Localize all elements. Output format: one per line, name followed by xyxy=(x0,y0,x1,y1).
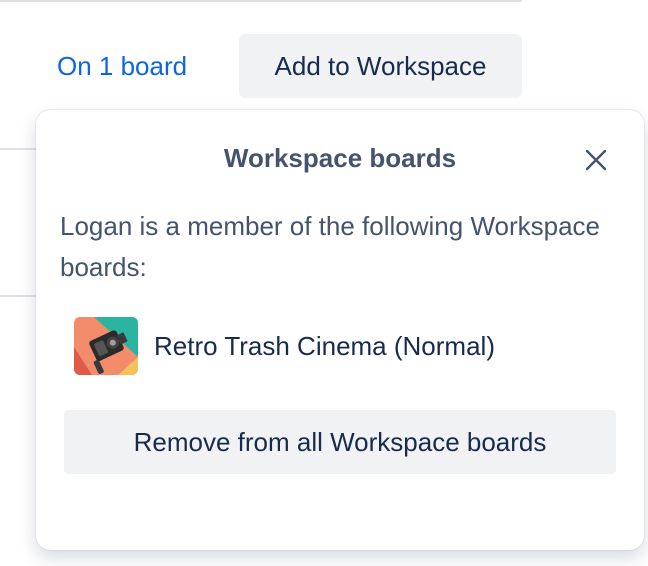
remove-from-all-boards-button[interactable]: Remove from all Workspace boards xyxy=(64,410,616,474)
close-button[interactable] xyxy=(576,140,616,180)
board-name: Retro Trash Cinema (Normal) xyxy=(154,330,495,361)
divider-lower xyxy=(0,295,40,297)
popover-title: Workspace boards xyxy=(223,143,457,173)
workspace-boards-popover: Workspace boards Logan is a member of th… xyxy=(36,110,644,550)
add-to-workspace-button[interactable]: Add to Workspace xyxy=(239,34,522,98)
board-list-item[interactable]: Retro Trash Cinema (Normal) xyxy=(74,316,495,376)
board-thumbnail-camera-icon xyxy=(74,317,138,375)
close-icon xyxy=(585,149,607,171)
page: On 1 board Add to Workspace Workspace bo… xyxy=(0,0,648,566)
popover-description: Logan is a member of the following Works… xyxy=(60,211,601,282)
divider-top xyxy=(0,0,522,2)
on-board-link[interactable]: On 1 board xyxy=(57,46,187,86)
divider-middle xyxy=(0,148,40,150)
